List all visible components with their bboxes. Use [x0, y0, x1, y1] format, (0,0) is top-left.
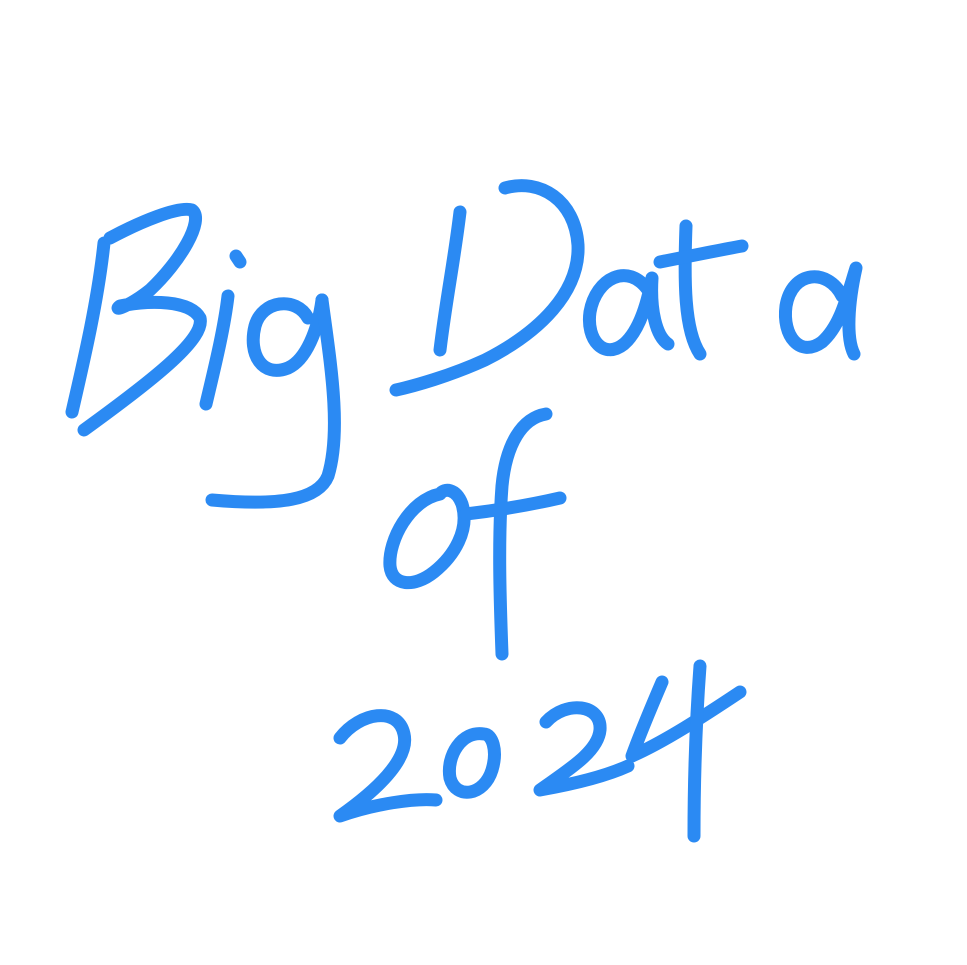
- glyph-g: [205, 293, 341, 509]
- glyph-a-1: [582, 269, 675, 357]
- glyph-t: [653, 219, 749, 361]
- glyph-0: [442, 727, 501, 799]
- glyph-o: [383, 483, 471, 590]
- glyph-i: [199, 249, 247, 411]
- glyph-2-first: [333, 709, 443, 823]
- glyph-a-2: [778, 261, 863, 361]
- glyph-D: [389, 179, 585, 397]
- handwritten-title: [65, 179, 863, 843]
- glyph-B: [65, 202, 207, 437]
- drawing-canvas: Big Data of 2024: [0, 0, 967, 965]
- glyph-f: [459, 407, 567, 661]
- glyph-4: [625, 659, 747, 843]
- glyph-2-second: [533, 701, 635, 797]
